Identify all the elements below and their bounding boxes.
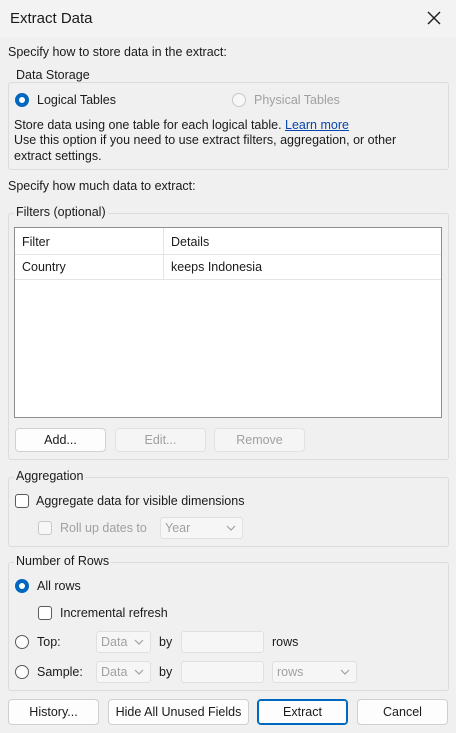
close-button[interactable]	[420, 4, 448, 32]
extract-button[interactable]: Extract	[257, 699, 348, 725]
rollup-label: Roll up dates to	[60, 521, 147, 535]
sample-count-input	[181, 661, 264, 683]
aggregate-checkbox[interactable]	[15, 494, 29, 508]
incremental-refresh-label[interactable]: Incremental refresh	[60, 606, 168, 620]
chevron-down-icon	[340, 669, 350, 675]
aggregate-label[interactable]: Aggregate data for visible dimensions	[36, 494, 244, 508]
chevron-down-icon	[134, 669, 144, 675]
history-button[interactable]: History...	[8, 699, 99, 725]
amount-text: Specify how much data to extract:	[8, 179, 196, 193]
close-icon	[427, 11, 441, 25]
edit-filter-button: Edit...	[115, 428, 206, 452]
learn-more-link[interactable]: Learn more	[285, 118, 349, 132]
sample-label[interactable]: Sample:	[37, 665, 83, 679]
aggregation-legend: Aggregation	[14, 469, 86, 483]
incremental-refresh-checkbox[interactable]	[38, 606, 52, 620]
top-radio[interactable]	[15, 635, 29, 649]
rollup-checkbox	[38, 521, 52, 535]
details-cell: keeps Indonesia	[171, 260, 263, 274]
window-title: Extract Data	[10, 10, 93, 27]
filters-legend: Filters (optional)	[14, 205, 108, 219]
storage-description-text: Store data using one table for each logi…	[14, 118, 282, 132]
storage-description-line2: Use this option if you need to use extra…	[14, 133, 397, 147]
top-count-input	[181, 631, 264, 653]
chevron-down-icon	[134, 639, 144, 645]
storage-description-line1: Store data using one table for each logi…	[14, 118, 349, 132]
filter-column-header[interactable]: Filter	[22, 235, 50, 249]
sample-data-select: Data	[96, 661, 151, 683]
physical-tables-label: Physical Tables	[254, 93, 340, 107]
cancel-button[interactable]: Cancel	[357, 699, 448, 725]
details-column-header[interactable]: Details	[171, 235, 209, 249]
top-data-select-value: Data	[101, 635, 128, 649]
sample-rows-select-value: rows	[277, 665, 304, 679]
top-rows-label: rows	[272, 635, 299, 649]
top-data-select: Data	[96, 631, 151, 653]
all-rows-radio[interactable]	[15, 579, 29, 593]
data-storage-legend: Data Storage	[14, 68, 92, 82]
number-of-rows-legend: Number of Rows	[14, 554, 112, 568]
rollup-select-value: Year	[165, 521, 191, 535]
top-by-label: by	[159, 635, 173, 649]
sample-radio[interactable]	[15, 665, 29, 679]
storage-description-line3: extract settings.	[14, 149, 102, 163]
filter-cell: Country	[22, 260, 66, 274]
sample-data-select-value: Data	[101, 665, 128, 679]
rollup-select: Year	[160, 517, 243, 539]
table-row[interactable]: Country keeps Indonesia	[15, 255, 441, 279]
sample-rows-select: rows	[272, 661, 357, 683]
all-rows-label[interactable]: All rows	[37, 579, 81, 593]
sample-by-label: by	[159, 665, 173, 679]
filters-table: Filter Details Country keeps Indonesia	[14, 227, 442, 418]
top-label[interactable]: Top:	[37, 635, 61, 649]
logical-tables-radio[interactable]	[15, 93, 29, 107]
remove-filter-button: Remove	[214, 428, 305, 452]
add-filter-button[interactable]: Add...	[15, 428, 106, 452]
chevron-down-icon	[226, 525, 236, 531]
physical-tables-radio	[232, 93, 246, 107]
hide-unused-fields-button[interactable]: Hide All Unused Fields	[108, 699, 249, 725]
logical-tables-label[interactable]: Logical Tables	[37, 93, 116, 107]
intro-text: Specify how to store data in the extract…	[8, 45, 227, 59]
